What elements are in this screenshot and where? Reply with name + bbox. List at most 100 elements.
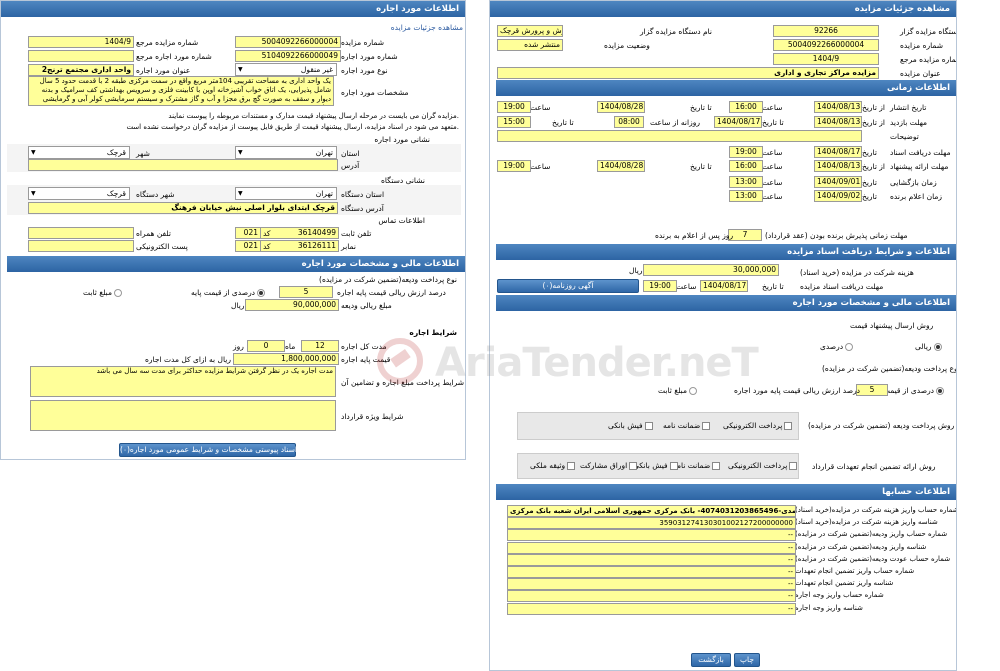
chevron-down-icon: ▼ bbox=[238, 66, 243, 73]
validity-label: مهلت زمانی پذیرش برنده بودن (عقد قرارداد… bbox=[765, 231, 908, 240]
base-price-desc: ریال به ازای کل مدت اجاره bbox=[145, 355, 231, 364]
bid-method-label: روش ارسال پیشنهاد قیمت bbox=[850, 321, 934, 330]
publish-to-time-field: 19:00 bbox=[497, 101, 531, 113]
fixed-option-label: مبلغ ثابت bbox=[83, 288, 112, 297]
city-select[interactable]: ▼ قرچک bbox=[28, 146, 130, 159]
visit-from-label: از تاریخ bbox=[862, 118, 886, 127]
checkbox-icon bbox=[784, 422, 793, 430]
percent-option-label: درصدی bbox=[820, 342, 844, 351]
city-label: شهر bbox=[136, 149, 150, 158]
org-province-value: تهران bbox=[315, 189, 333, 198]
province-label: استان bbox=[341, 149, 360, 158]
percent-option-label: درصدی از قیمت پایه bbox=[191, 288, 256, 297]
pay-electronic-label: پرداخت الکترونیکی bbox=[723, 421, 783, 430]
province-select[interactable]: ▼ تهران bbox=[235, 146, 337, 159]
auction-details-link[interactable]: مشاهده جزئیات مزایده bbox=[391, 22, 463, 33]
attachments-button[interactable]: اسناد پیوستی مشخصات و شرایط عمومی مورد ا… bbox=[119, 443, 297, 457]
province-value: تهران bbox=[315, 148, 333, 157]
doc-get-time-label: ساعت bbox=[676, 282, 697, 291]
description-label: توضیحات bbox=[890, 132, 919, 141]
notice-1: مزایده گران می بایست در مرحله ارسال پیشن… bbox=[168, 112, 459, 120]
item-title-label: عنوان مورد اجاره bbox=[136, 66, 191, 75]
visit-to-field: 1404/08/17 bbox=[714, 116, 762, 128]
winner-date-field: 1404/09/02 bbox=[814, 190, 862, 202]
bid-from-time-field: 16:00 bbox=[729, 160, 763, 172]
commit-bonds-option[interactable]: اوراق مشارکت bbox=[580, 460, 638, 471]
deposit-type-label: نوع پرداخت ودیعه(تضمین شرکت در مزایده) bbox=[822, 364, 957, 373]
checkbox-icon bbox=[702, 422, 711, 430]
status-label: وضعیت مزایده bbox=[604, 41, 650, 50]
commit-electronic-option[interactable]: پرداخت الکترونیکی bbox=[728, 460, 798, 471]
back-button[interactable]: بازگشت bbox=[691, 653, 731, 667]
fax-label: نمابر bbox=[341, 242, 356, 251]
checkbox-icon bbox=[567, 462, 576, 470]
phone-code-field: 021 bbox=[235, 227, 261, 239]
item-type-select[interactable]: ▼ غیر منقول bbox=[235, 63, 337, 76]
city-value: قرچک bbox=[106, 148, 126, 157]
account-row-label: شماره حساب واریز تضمین انجام تعهدات bbox=[795, 567, 915, 575]
doc-deadline-field: 1404/08/17 bbox=[814, 146, 862, 158]
specs-field: یک واحد اداری به مساحت تقریبی 104متر مرب… bbox=[28, 76, 334, 106]
account-row-value: -- bbox=[507, 566, 796, 578]
radio-selected-icon bbox=[257, 289, 266, 297]
phone-field: 36140499 bbox=[259, 227, 339, 239]
commit-property-option[interactable]: وثیقه ملکی bbox=[530, 460, 576, 471]
percent-option[interactable]: درصدی از قیمت پایه bbox=[191, 287, 266, 298]
accounts-header: اطلاعات حسابها bbox=[496, 484, 956, 500]
checkbox-icon bbox=[669, 462, 678, 470]
opening-label: زمان بازگشایی bbox=[890, 178, 937, 187]
validity-desc: روز پس از اعلام به برنده bbox=[655, 231, 734, 240]
ref-no-label: شماره مزایده مرجع bbox=[900, 55, 957, 64]
duration-months-field: 12 bbox=[301, 340, 339, 352]
winner-date-label: تاریخ bbox=[862, 192, 877, 201]
fax-code-field: 021 bbox=[235, 240, 261, 252]
ref-no-field: 1404/9 bbox=[28, 36, 134, 48]
commit-receipt-option[interactable]: فیش بانکی bbox=[633, 460, 678, 471]
bid-method-rial-option[interactable]: ریالی bbox=[915, 341, 942, 352]
account-row-value: -- bbox=[507, 553, 796, 566]
opening-date-field: 1404/09/01 bbox=[814, 176, 862, 188]
doc-deadline-time-field: 19:00 bbox=[729, 146, 763, 158]
month-label: ماه bbox=[285, 342, 296, 351]
specs-label: مشخصات مورد اجاره bbox=[341, 88, 409, 97]
org-address-field: قرچک ابتدای بلوار اصلی نبش خیابان فرهنگ bbox=[28, 202, 338, 214]
phone-code-label: کد bbox=[263, 229, 271, 238]
notice-2: متعهد می شود در اسناد مزایده، ارسال پیشن… bbox=[126, 123, 459, 131]
publish-from-field: 1404/08/13 bbox=[814, 101, 862, 113]
account-row-value: -- bbox=[507, 578, 796, 591]
mobile-field bbox=[28, 227, 134, 239]
fixed-option[interactable]: مبلغ ثابت bbox=[83, 287, 122, 298]
bid-method-percent-option[interactable]: درصدی bbox=[820, 341, 854, 352]
title-field: مزایده مراکز تجاری و اداری bbox=[497, 67, 879, 79]
auction-no-label: شماره مزایده bbox=[341, 38, 385, 47]
phone-label: تلفن ثابت bbox=[341, 229, 372, 238]
pay-electronic-option[interactable]: پرداخت الکترونیکی bbox=[723, 420, 793, 431]
doc-deadline-date-label: تاریخ bbox=[862, 148, 877, 157]
pay-guarantee-option[interactable]: ضمانت نامه bbox=[663, 420, 711, 431]
watermark-icon bbox=[377, 338, 423, 384]
pay-guarantee-label: ضمانت نامه bbox=[663, 421, 701, 430]
visit-daily-to-field: 15:00 bbox=[497, 116, 531, 128]
checkbox-icon bbox=[789, 462, 798, 470]
rial-option-label: ریالی bbox=[915, 342, 932, 351]
org-province-select[interactable]: ▼ تهران bbox=[235, 187, 337, 200]
email-field bbox=[28, 240, 134, 252]
visit-daily-to-label: تا تاریخ bbox=[552, 118, 574, 127]
print-button[interactable]: چاپ bbox=[734, 653, 760, 667]
commit-guarantee-option[interactable]: ضمانت نامه bbox=[673, 460, 721, 471]
radio-icon bbox=[688, 387, 697, 395]
newspaper-ads-button[interactable]: آگهی روزنامه(۰) bbox=[497, 279, 639, 293]
pay-receipt-option[interactable]: فیش بانکی bbox=[608, 420, 653, 431]
radio-icon bbox=[113, 289, 122, 297]
lease-payment-terms-field: مدت اجاره یک در نظر گرفتن شرایط مزایده ح… bbox=[30, 366, 336, 397]
publish-from-time-label: ساعت bbox=[762, 103, 783, 112]
org-code-label: کد دستگاه مزایده گزار bbox=[900, 27, 957, 36]
account-row-label: شناسه واریز تضمین انجام تعهدات bbox=[795, 579, 894, 588]
account-row-label: شماره حساب واریز هزینه شرکت در مزایده(خر… bbox=[795, 506, 957, 514]
status-field: منتشر شده bbox=[497, 39, 563, 51]
org-city-select[interactable]: ▼ قرچک bbox=[28, 187, 130, 200]
auction-details-header: مشاهده جزئیات مزایده bbox=[490, 1, 956, 17]
deposit-amount-field: 90,000,000 bbox=[245, 299, 339, 311]
account-row-value: -- bbox=[507, 529, 796, 542]
auction-no-field: 5004092266000004 bbox=[235, 36, 341, 48]
